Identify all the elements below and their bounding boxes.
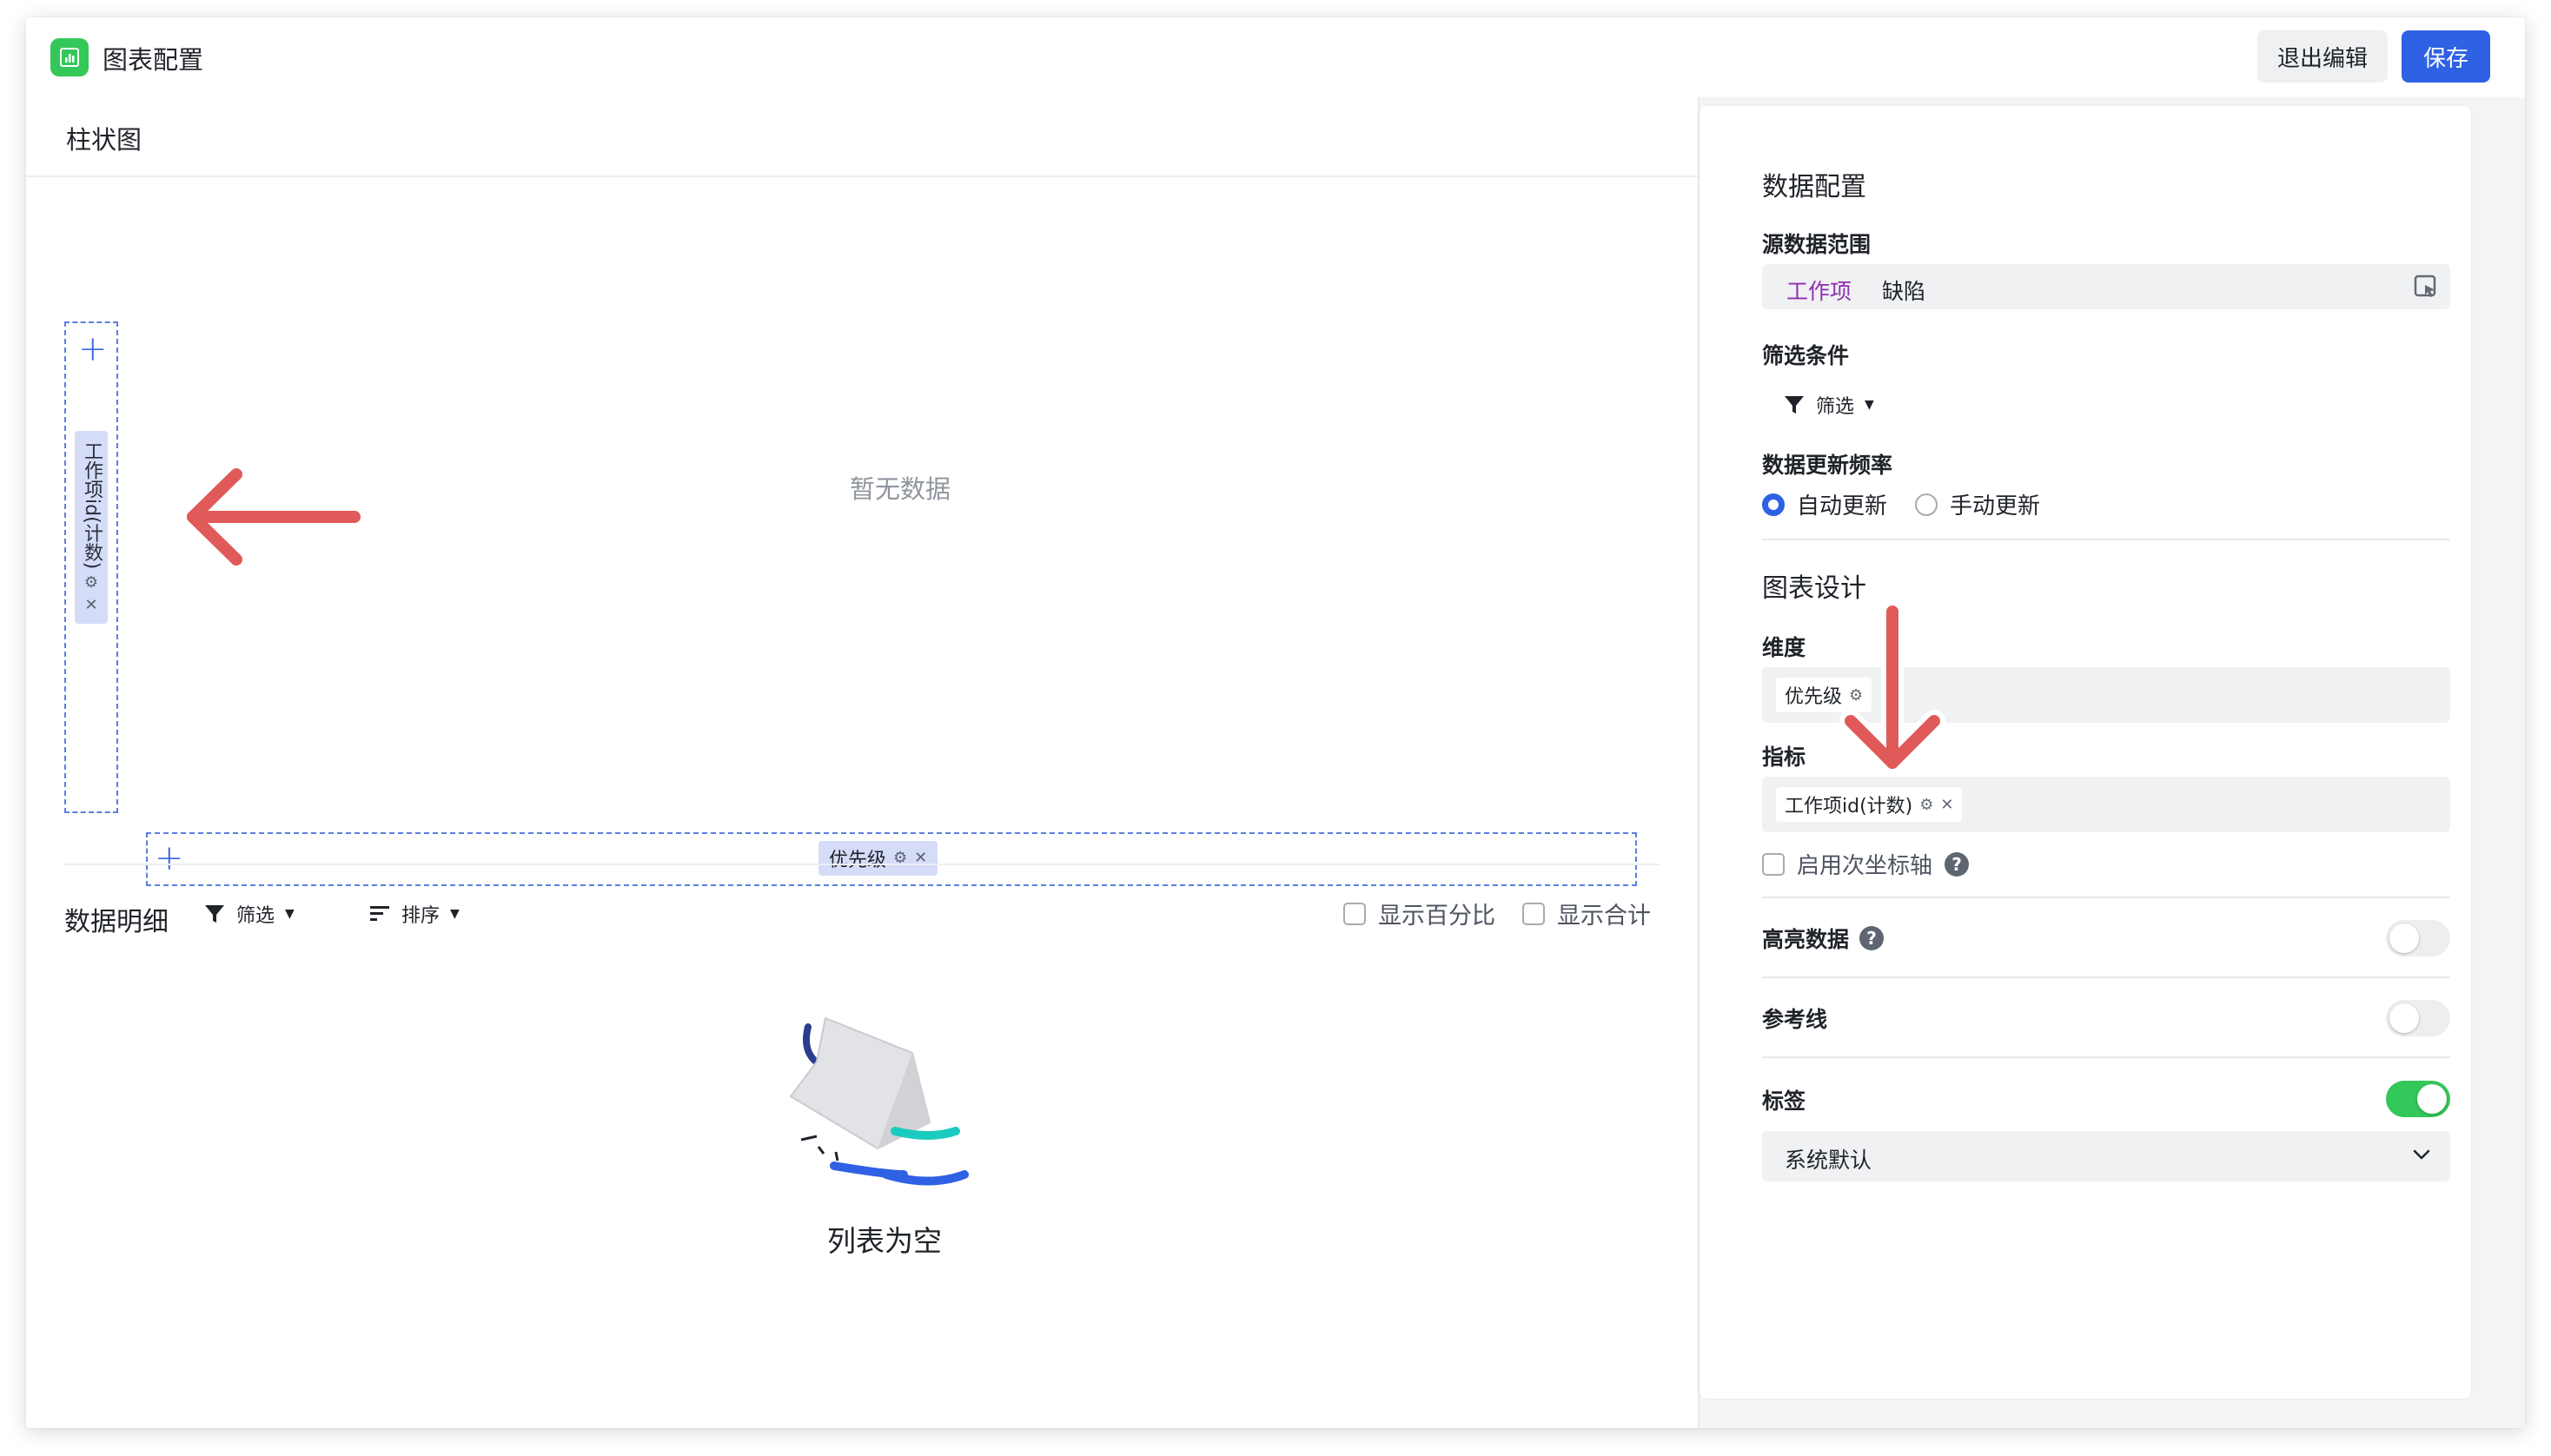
- header-bar: 图表配置 退出编辑 保存: [26, 17, 2525, 99]
- reference-line-label: 参考线: [1762, 1007, 1828, 1032]
- detail-sort-label: 排序: [401, 905, 441, 927]
- x-axis-field-pill[interactable]: 优先级 ⚙ ✕: [818, 841, 938, 876]
- sort-icon: [370, 906, 389, 921]
- annotation-arrow-down: [1839, 600, 1945, 774]
- show-total-checkbox[interactable]: [1522, 902, 1545, 925]
- panel-divider: [1762, 1056, 2450, 1058]
- source-value: 缺陷: [1882, 279, 1926, 304]
- x-axis-add-icon[interactable]: +: [155, 841, 184, 876]
- source-range-field[interactable]: 工作项 缺陷: [1762, 264, 2450, 309]
- detail-sort-button[interactable]: 排序 ▼: [368, 900, 460, 928]
- panel-divider: [1762, 539, 2450, 540]
- annotation-arrow-left: [182, 463, 366, 571]
- x-axis-field-label: 优先级: [829, 850, 887, 871]
- reference-line-row: 参考线: [1762, 1003, 1827, 1034]
- caret-down-icon: ▼: [1865, 398, 1874, 412]
- caret-down-icon: ▼: [285, 907, 295, 921]
- caret-down-icon: ▼: [450, 907, 460, 921]
- highlight-toggle[interactable]: [2386, 920, 2450, 956]
- source-range-label: 源数据范围: [1762, 232, 1872, 257]
- metric-chip-label: 工作项id(计数): [1785, 796, 1913, 817]
- highlight-label: 高亮数据: [1762, 927, 1850, 952]
- secondary-axis-label: 启用次坐标轴: [1797, 853, 1933, 879]
- y-axis-field-label: 工作项id(计数): [81, 441, 103, 570]
- panel-filter-label: 筛选: [1816, 396, 1855, 418]
- show-percent-checkbox[interactable]: [1343, 902, 1366, 925]
- tag-style-select[interactable]: 系统默认: [1762, 1131, 2450, 1181]
- manual-refresh-label[interactable]: 手动更新: [1950, 488, 2040, 520]
- refresh-frequency-label: 数据更新频率: [1762, 453, 1893, 478]
- tag-style-value: 系统默认: [1785, 1148, 1872, 1173]
- gear-icon[interactable]: ⚙: [84, 574, 98, 592]
- dimension-label: 维度: [1762, 635, 1806, 660]
- section-divider: [64, 864, 1660, 865]
- empty-list-illustration: [789, 1016, 969, 1186]
- secondary-axis-checkbox[interactable]: [1762, 852, 1785, 876]
- gear-icon[interactable]: ⚙: [1919, 796, 1933, 814]
- exit-edit-button[interactable]: 退出编辑: [2257, 30, 2388, 83]
- no-data-text: 暂无数据: [850, 474, 951, 504]
- show-percent-label: 显示百分比: [1378, 903, 1495, 930]
- close-icon[interactable]: ✕: [84, 597, 97, 614]
- detail-filter-button[interactable]: 筛选 ▼: [203, 900, 295, 928]
- source-tag: 工作项: [1786, 279, 1852, 304]
- refresh-frequency-options: 自动更新 手动更新: [1762, 488, 2040, 520]
- bar-chart-icon: [50, 38, 89, 76]
- metric-label: 指标: [1762, 745, 1806, 770]
- show-percent-option[interactable]: 显示百分比: [1343, 897, 1495, 930]
- page-title: 图表配置: [103, 45, 204, 75]
- data-detail-title: 数据明细: [64, 907, 169, 937]
- y-axis-add-icon[interactable]: +: [78, 332, 108, 367]
- detail-filter-label: 筛选: [236, 905, 275, 927]
- chart-title-bar: 柱状图: [26, 97, 1698, 177]
- chart-canvas-area: 柱状图 + 工作项id(计数) ⚙ ✕ 暂无数据 + 优先级 ⚙ ✕ 数据明细 …: [26, 97, 1698, 1428]
- show-total-option[interactable]: 显示合计: [1522, 897, 1651, 930]
- save-button[interactable]: 保存: [2402, 30, 2490, 83]
- auto-refresh-radio[interactable]: [1762, 493, 1785, 516]
- tag-label: 标签: [1762, 1089, 1806, 1114]
- chart-type-title: 柱状图: [66, 125, 142, 155]
- empty-list-text: 列表为空: [827, 1224, 942, 1258]
- panel-filter-button[interactable]: 筛选 ▼: [1783, 391, 1874, 419]
- highlight-row: 高亮数据 ?: [1762, 923, 1885, 954]
- y-axis-field-pill[interactable]: 工作项id(计数) ⚙ ✕: [75, 431, 108, 624]
- data-config-title: 数据配置: [1762, 172, 1866, 202]
- chevron-down-icon: [2413, 1149, 2430, 1160]
- close-icon[interactable]: ✕: [1940, 796, 1953, 814]
- auto-refresh-label[interactable]: 自动更新: [1797, 488, 1887, 520]
- show-total-label: 显示合计: [1557, 903, 1651, 930]
- secondary-axis-option[interactable]: 启用次坐标轴 ?: [1762, 848, 1970, 880]
- metric-field[interactable]: 工作项id(计数) ⚙ ✕: [1762, 777, 2450, 832]
- panel-divider: [1762, 976, 2450, 978]
- tag-row: 标签: [1762, 1084, 1806, 1115]
- tag-toggle[interactable]: [2386, 1081, 2450, 1117]
- filter-icon: [205, 905, 224, 923]
- filter-icon: [1785, 396, 1804, 414]
- panel-divider: [1762, 897, 2450, 898]
- filter-condition-label: 筛选条件: [1762, 343, 1850, 368]
- metric-chip[interactable]: 工作项id(计数) ⚙ ✕: [1776, 787, 1963, 822]
- help-icon[interactable]: ?: [1945, 851, 1970, 877]
- manual-refresh-radio[interactable]: [1915, 493, 1938, 516]
- reference-line-toggle[interactable]: [2386, 1000, 2450, 1036]
- select-source-icon[interactable]: [2414, 275, 2438, 299]
- help-icon[interactable]: ?: [1859, 926, 1885, 950]
